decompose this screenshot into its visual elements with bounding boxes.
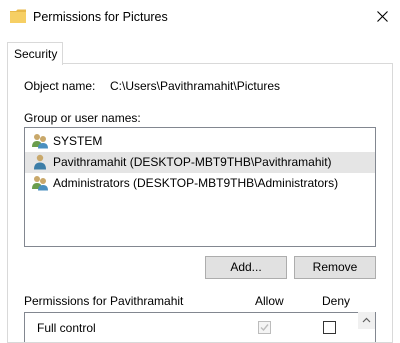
allow-column-header: Allow: [255, 294, 284, 308]
object-name-value: C:\Users\Pavithramahit\Pictures: [110, 79, 281, 93]
object-name-label: Object name:: [24, 79, 96, 93]
tab-security[interactable]: Security: [7, 42, 63, 65]
user-group-icon: [32, 176, 48, 191]
scrollbar-up-button[interactable]: [358, 312, 375, 329]
permissions-header: Permissions for Pavithramahit Allow Deny: [24, 290, 376, 310]
user-group-icon: [32, 134, 48, 149]
list-item-label: Administrators (DESKTOP-MBT9THB\Administ…: [53, 176, 339, 190]
tab-security-label: Security: [14, 47, 58, 61]
user-icon: [34, 154, 46, 170]
group-names-list[interactable]: SYSTEM Pavithramahit (DESKTOP-MBT9THB\Pa…: [24, 127, 376, 247]
deny-column-header: Deny: [322, 294, 351, 308]
permissions-table: Full control: [24, 312, 376, 342]
chevron-up-icon: [362, 317, 371, 323]
list-item-label: SYSTEM: [53, 134, 103, 148]
close-icon: [377, 11, 388, 22]
list-item-label: Pavithramahit (DESKTOP-MBT9THB\Pavithram…: [53, 155, 332, 169]
list-item-system[interactable]: SYSTEM: [25, 131, 375, 152]
title-bar: Permissions for Pictures: [0, 0, 400, 36]
permissions-label: Permissions for Pavithramahit: [24, 294, 184, 308]
group-names-label: Group or user names:: [24, 111, 141, 125]
window-title: Permissions for Pictures: [33, 10, 168, 24]
close-button[interactable]: [366, 0, 400, 34]
list-item-pavithramahit[interactable]: Pavithramahit (DESKTOP-MBT9THB\Pavithram…: [25, 152, 375, 173]
folder-icon: [10, 9, 26, 23]
remove-button[interactable]: Remove: [294, 256, 376, 279]
add-button[interactable]: Add...: [205, 256, 287, 279]
permission-name: Full control: [37, 321, 96, 335]
list-item-administrators[interactable]: Administrators (DESKTOP-MBT9THB\Administ…: [25, 173, 375, 194]
